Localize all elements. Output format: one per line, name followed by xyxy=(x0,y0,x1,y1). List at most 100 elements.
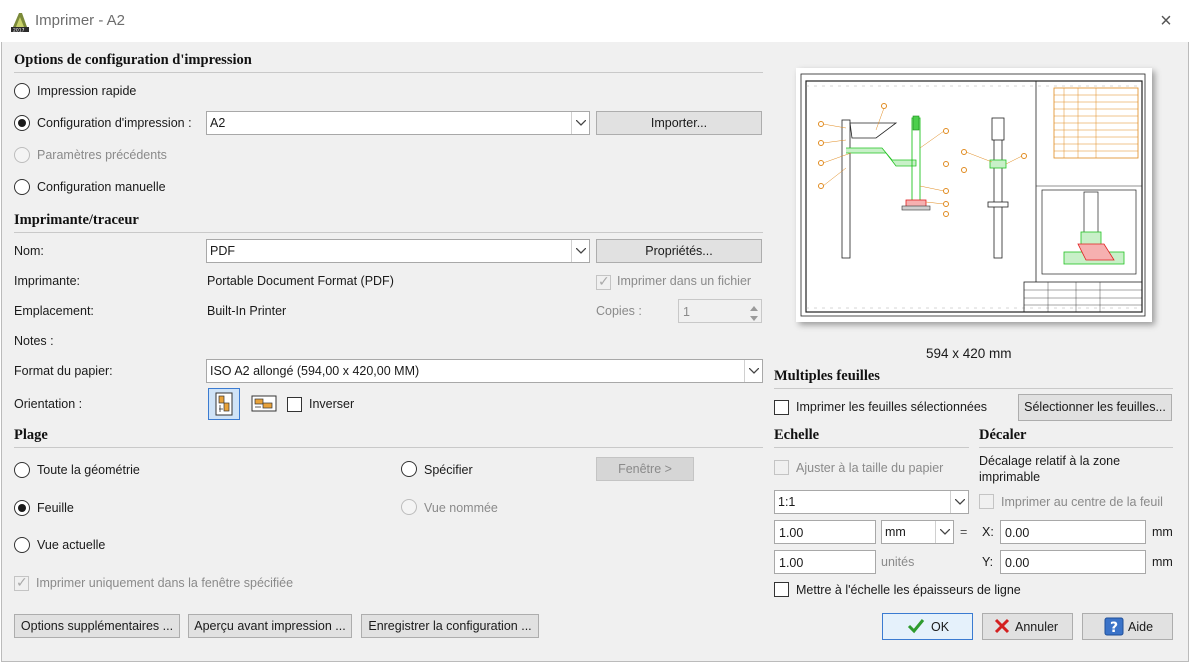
scale-unit-select[interactable]: mm xyxy=(881,520,954,544)
svg-text:?: ? xyxy=(1110,620,1118,636)
all-geometry-label: Toute la géométrie xyxy=(37,463,140,477)
invert-label: Inverser xyxy=(309,397,355,411)
offset-y-input[interactable]: 0.00 xyxy=(1000,550,1146,574)
portrait-orientation-icon[interactable] xyxy=(208,388,240,420)
config-select[interactable]: A2 xyxy=(206,111,590,135)
only-window-checkbox[interactable] xyxy=(14,574,29,591)
printer-name-label: Nom: xyxy=(14,244,44,258)
scale-heading: Echelle xyxy=(774,427,820,443)
offset-x-unit: mm xyxy=(1152,525,1173,539)
sheet-label: Feuille xyxy=(37,501,74,515)
chevron-down-icon[interactable] xyxy=(935,521,953,543)
chevron-down-icon[interactable] xyxy=(744,360,762,382)
import-button[interactable]: Importer... xyxy=(596,111,762,135)
chevron-down-icon[interactable] xyxy=(571,240,589,262)
previous-settings-label: Paramètres précédents xyxy=(37,148,167,162)
print-preview-button[interactable]: Aperçu avant impression ... xyxy=(188,614,352,638)
multi-sheets-heading: Multiples feuilles xyxy=(774,368,880,384)
current-view-label: Vue actuelle xyxy=(37,538,106,552)
help-icon: ? xyxy=(1104,617,1124,643)
offset-relative-label: Décalage relatif à la zone imprimable xyxy=(979,454,1121,484)
paper-size-value: ISO A2 allongé (594,00 x 420,00 MM) xyxy=(210,364,420,378)
title-bar xyxy=(0,0,1191,42)
scale-value-1: 1.00 xyxy=(779,526,804,540)
divider xyxy=(979,447,1173,448)
scale-value-2-input[interactable]: 1.00 xyxy=(774,550,876,574)
quick-print-radio[interactable] xyxy=(14,83,30,99)
config-value: A2 xyxy=(210,116,226,130)
units-label: unités xyxy=(881,555,915,569)
window-button[interactable]: Fenêtre > xyxy=(596,457,694,481)
named-view-label: Vue nommée xyxy=(424,501,498,515)
offset-y-label: Y: xyxy=(982,555,994,569)
scale-lineweights-checkbox[interactable] xyxy=(774,582,789,597)
center-plot-label: Imprimer au centre de la feuil xyxy=(1001,495,1163,509)
location-label: Emplacement: xyxy=(14,304,94,318)
ok-label: OK xyxy=(931,620,950,634)
paper-size-label: Format du papier: xyxy=(14,364,113,378)
offset-x-input[interactable]: 0.00 xyxy=(1000,520,1146,544)
orientation-label: Orientation : xyxy=(14,397,83,411)
paper-size-preview-text: 594 x 420 mm xyxy=(926,346,1012,361)
scale-ratio-select[interactable]: 1:1 xyxy=(774,490,969,514)
divider xyxy=(14,232,763,233)
help-button[interactable]: ? Aide xyxy=(1082,613,1173,640)
help-label: Aide xyxy=(1128,620,1154,634)
print-preview xyxy=(796,68,1152,322)
config-label: Configuration d'impression : xyxy=(37,116,192,130)
more-options-button[interactable]: Options supplémentaires ... xyxy=(14,614,180,638)
config-radio[interactable] xyxy=(14,115,30,131)
printer-name-value: PDF xyxy=(210,244,235,258)
specify-label: Spécifier xyxy=(424,463,473,477)
properties-button[interactable]: Propriétés... xyxy=(596,239,762,263)
chevron-down-icon[interactable] xyxy=(950,491,968,513)
named-view-radio[interactable] xyxy=(401,499,417,515)
current-view-radio[interactable] xyxy=(14,537,30,553)
scale-value-1-input[interactable]: 1.00 xyxy=(774,520,876,544)
offset-y-value: 0.00 xyxy=(1005,556,1030,570)
landscape-orientation-icon[interactable] xyxy=(249,388,281,420)
sheet-radio[interactable] xyxy=(14,500,30,516)
equals-sign: = xyxy=(960,525,968,539)
center-plot-checkbox[interactable] xyxy=(979,494,994,509)
save-config-button[interactable]: Enregistrer la configuration ... xyxy=(361,614,539,638)
offset-y-unit: mm xyxy=(1152,555,1173,569)
ok-button[interactable]: OK xyxy=(882,613,973,640)
notes-label: Notes : xyxy=(14,334,54,348)
copies-spinner[interactable]: 1 xyxy=(678,299,762,323)
divider xyxy=(14,72,763,73)
print-to-file-label: Imprimer dans un fichier xyxy=(617,274,752,288)
select-sheets-button[interactable]: Sélectionner les feuilles... xyxy=(1018,394,1172,421)
checkmark-icon xyxy=(907,618,925,641)
drawing-preview xyxy=(800,73,1146,317)
chevron-down-icon[interactable] xyxy=(571,112,589,134)
app-logo-icon: 2017 xyxy=(10,11,30,34)
offset-x-label: X: xyxy=(982,525,994,539)
print-to-file-checkbox[interactable] xyxy=(596,273,611,290)
printer-value: Portable Document Format (PDF) xyxy=(207,274,394,288)
printer-heading: Imprimante/traceur xyxy=(14,212,139,228)
divider xyxy=(774,447,969,448)
paper-size-select[interactable]: ISO A2 allongé (594,00 x 420,00 MM) xyxy=(206,359,763,383)
window-title: Imprimer - A2 xyxy=(35,12,126,29)
scale-lineweights-label: Mettre à l'échelle les épaisseurs de lig… xyxy=(796,583,1021,597)
cross-icon xyxy=(994,618,1010,641)
divider xyxy=(774,388,1173,389)
previous-settings-radio[interactable] xyxy=(14,147,30,163)
specify-radio[interactable] xyxy=(401,461,417,477)
fit-to-paper-checkbox[interactable] xyxy=(774,460,789,475)
spinner-down-icon[interactable] xyxy=(749,312,759,326)
print-selected-sheets-checkbox[interactable] xyxy=(774,400,789,415)
manual-config-radio[interactable] xyxy=(14,179,30,195)
close-icon[interactable]: × xyxy=(1156,11,1176,31)
printer-name-select[interactable]: PDF xyxy=(206,239,590,263)
scale-ratio-value: 1:1 xyxy=(778,495,796,509)
quick-print-label: Impression rapide xyxy=(37,84,137,98)
print-options-heading: Options de configuration d'impression xyxy=(14,52,252,68)
cancel-label: Annuler xyxy=(1015,620,1059,634)
cancel-button[interactable]: Annuler xyxy=(982,613,1073,640)
invert-checkbox[interactable] xyxy=(287,397,302,412)
all-geometry-radio[interactable] xyxy=(14,462,30,478)
printer-label: Imprimante: xyxy=(14,274,80,288)
copies-value: 1 xyxy=(683,305,690,319)
